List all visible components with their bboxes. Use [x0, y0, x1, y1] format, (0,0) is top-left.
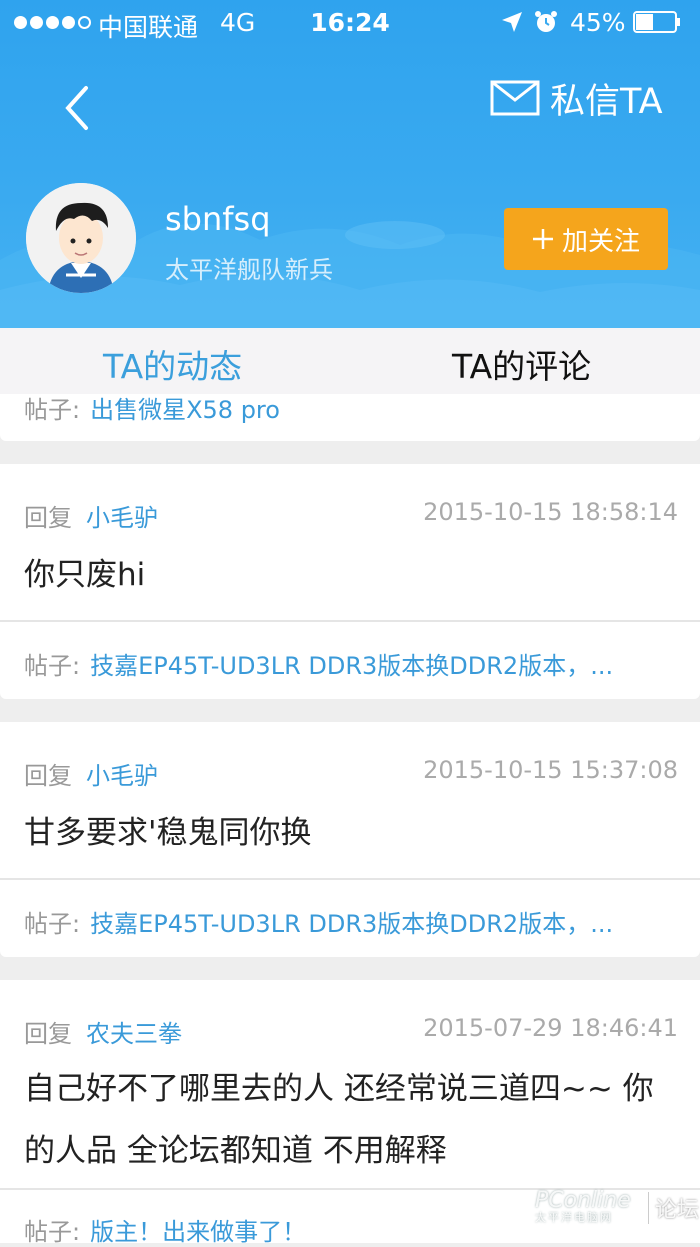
user-rank: 太平洋舰队新兵	[165, 256, 333, 284]
avatar-image	[26, 183, 136, 293]
battery-percent: 45%	[570, 8, 626, 37]
comment-header: 回复 小毛驴 2015-10-15 18:58:14	[24, 498, 678, 532]
tab-bar: TA的动态 TA的评论	[0, 328, 700, 394]
reply-label: 回复	[24, 762, 72, 790]
private-message-label: 私信TA	[550, 81, 663, 122]
follow-button[interactable]: 加关注	[504, 208, 668, 270]
location-arrow-icon	[502, 12, 522, 32]
post-title[interactable]: 技嘉EP45T-UD3LR DDR3版本换DDR2版本，...	[90, 910, 613, 938]
comment-header: 回复 农夫三拳 2015-07-29 18:46:41	[24, 1014, 678, 1048]
avatar[interactable]	[26, 183, 136, 293]
post-title[interactable]: 技嘉EP45T-UD3LR DDR3版本换DDR2版本，...	[90, 652, 613, 680]
envelope-icon	[490, 80, 540, 116]
reply-user-link[interactable]: 小毛驴	[86, 762, 158, 790]
comment-content: 你只废hi	[24, 557, 146, 593]
post-label: 帖子:	[24, 652, 81, 680]
username: sbnfsq	[165, 200, 271, 238]
post-label: 帖子:	[24, 1218, 81, 1246]
post-link[interactable]: 帖子: 技嘉EP45T-UD3LR DDR3版本换DDR2版本，...	[24, 646, 680, 681]
reply-label: 回复	[24, 504, 72, 532]
comment-card: 回复 小毛驴 2015-10-15 15:37:08 甘多要求'稳鬼同你换 帖子:…	[0, 722, 700, 957]
follow-label: 加关注	[561, 226, 640, 257]
comment-content: 甘多要求'稳鬼同你换	[24, 815, 312, 851]
tab-ta-comments[interactable]: TA的评论	[452, 340, 591, 388]
divider	[0, 878, 700, 880]
post-label: 帖子:	[24, 910, 81, 938]
comment-content: 自己好不了哪里去的人 还经常说三道四~~ 你的人品 全论坛都知道 不用解释	[24, 1071, 654, 1169]
reply-user-link[interactable]: 农夫三拳	[86, 1020, 182, 1048]
back-button[interactable]	[52, 80, 102, 136]
alarm-clock-icon	[535, 11, 557, 32]
battery-icon	[633, 11, 680, 33]
comment-card: 回复 小毛驴 2015-10-15 18:58:14 你只废hi 帖子: 技嘉EP4…	[0, 464, 700, 699]
post-link[interactable]: 帖子: 技嘉EP45T-UD3LR DDR3版本换DDR2版本，...	[24, 904, 680, 939]
reply-user-link[interactable]: 小毛驴	[86, 504, 158, 532]
profile-header: 中国联通 4G 16:24 45% 私信TA sbnfsq 太平洋舰队新兵 加关…	[0, 0, 700, 328]
comment-header: 回复 小毛驴 2015-10-15 15:37:08	[24, 756, 678, 790]
comment-time: 2015-07-29 18:46:41	[423, 1014, 678, 1042]
watermark-forum: 论坛	[648, 1192, 699, 1224]
pconline-watermark: PConline 太平洋电脑网	[535, 1188, 631, 1225]
list-item[interactable]: 帖子: 出售微星X58 pro	[0, 394, 700, 441]
reply-label: 回复	[24, 1020, 72, 1048]
tab-ta-activity[interactable]: TA的动态	[103, 340, 242, 388]
post-title[interactable]: 出售微星X58 pro	[90, 396, 280, 424]
post-label: 帖子:	[24, 396, 81, 424]
comment-time: 2015-10-15 18:58:14	[423, 498, 678, 526]
comment-time: 2015-10-15 15:37:08	[423, 756, 678, 784]
post-title[interactable]: 版主！出来做事了！	[90, 1218, 306, 1246]
status-bar: 中国联通 4G 16:24 45%	[0, 0, 700, 44]
plus-icon	[532, 229, 553, 249]
post-link[interactable]: 帖子: 出售微星X58 pro	[24, 390, 680, 425]
divider	[0, 620, 700, 622]
private-message-button[interactable]: 私信TA	[490, 72, 663, 124]
